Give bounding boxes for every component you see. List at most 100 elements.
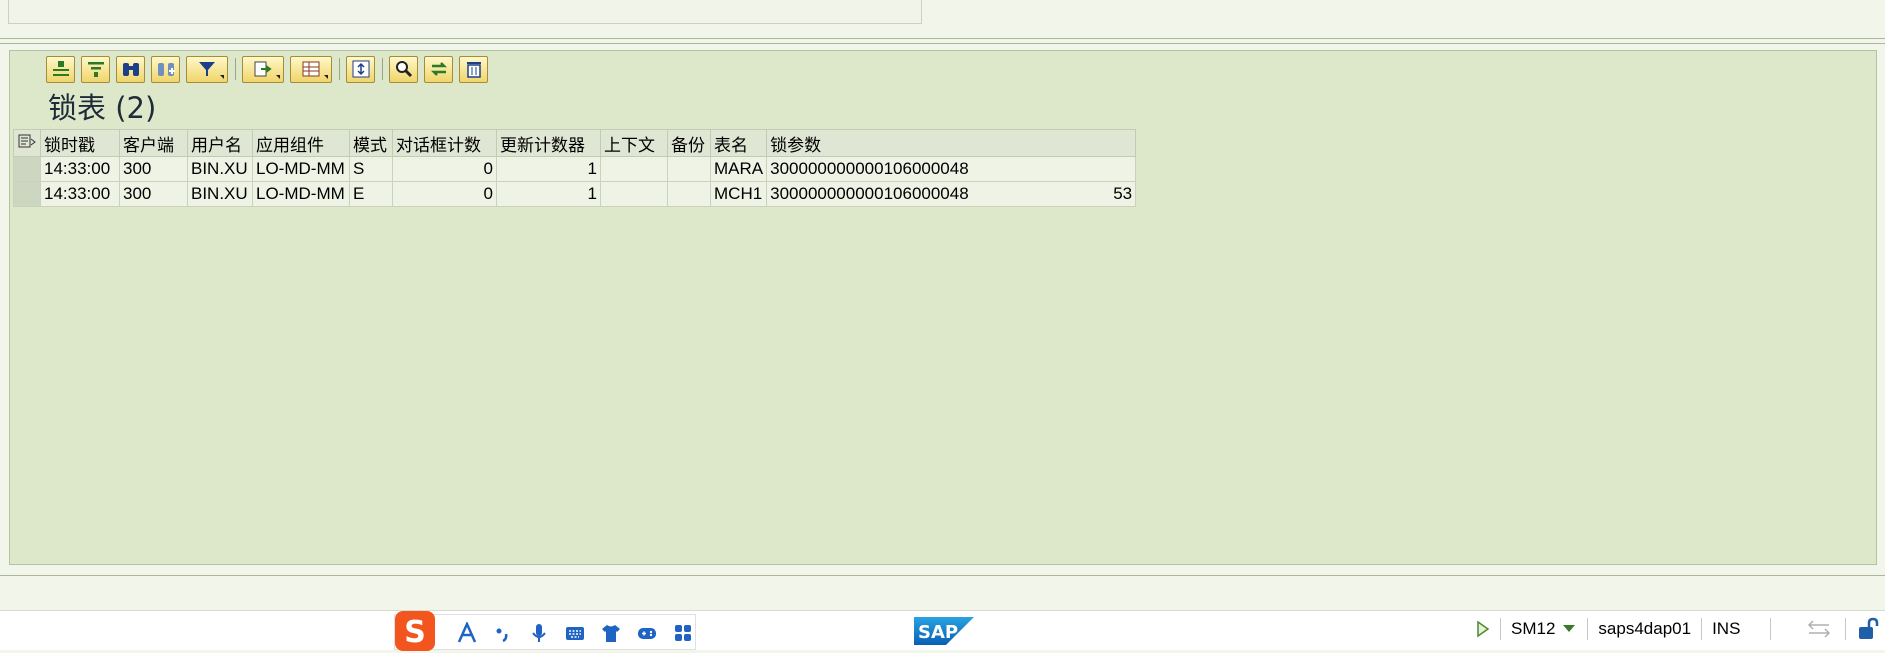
status-divider: [1845, 618, 1847, 640]
row-selector[interactable]: [13, 181, 41, 207]
sap-logo-text: SAP: [918, 622, 958, 643]
binoculars-plus-icon: [157, 63, 175, 76]
inspect-button[interactable]: [389, 55, 418, 83]
toolbar-separator-2: [339, 58, 340, 80]
refresh-button[interactable]: [81, 55, 110, 83]
cell-context: [600, 181, 668, 207]
table-header-row: 锁时戳 客户端 用户名 应用组件 模式 对话框计数 更新计数器 上下文 备份 表…: [13, 129, 1137, 157]
transfer-button[interactable]: [424, 55, 453, 83]
find-next-button[interactable]: [151, 55, 180, 83]
cell-time: 14:33:00: [40, 156, 120, 182]
lock-argument-value: 300000000000106000048: [770, 159, 969, 178]
cell-client: 300: [119, 156, 188, 182]
sogou-logo-icon[interactable]: S: [393, 609, 437, 653]
status-bar: S SAP SM12 saps4dap01 INS: [0, 610, 1885, 651]
status-divider: [1500, 618, 1501, 640]
separator-line: [0, 38, 1885, 39]
toolbox-grid-icon[interactable]: [665, 621, 701, 645]
filter-button[interactable]: [186, 55, 228, 83]
text-mode-icon[interactable]: [449, 621, 485, 645]
cell-table: MCH1: [709, 181, 768, 207]
cell-table: MARA: [709, 156, 768, 182]
select-all-button[interactable]: [346, 55, 375, 83]
punctuation-icon[interactable]: [485, 621, 521, 645]
alv-toolbar: [46, 54, 494, 84]
trash-icon: [466, 62, 481, 78]
cell-dialog-count: 0: [392, 156, 497, 182]
column-header-dialog-count[interactable]: 对话框计数: [392, 129, 497, 157]
magnifier-icon: [395, 61, 412, 78]
cell-lock-argument: 300000000000106000048 53: [766, 181, 1137, 207]
cell-dialog-count: 0: [392, 181, 497, 207]
column-header-table[interactable]: 表名: [709, 129, 768, 157]
column-header-context[interactable]: 上下文: [600, 129, 668, 157]
table-row[interactable]: 14:33:00 300 BIN.XU LO-MD-MM E 0 1 MCH1 …: [13, 181, 1137, 207]
cell-user: BIN.XU: [187, 156, 253, 182]
column-select-icon: [352, 60, 369, 78]
status-divider: [1770, 618, 1772, 640]
cell-mode: S: [349, 156, 393, 182]
find-button[interactable]: [116, 55, 145, 83]
column-header-mode[interactable]: 模式: [349, 129, 393, 157]
export-icon: [254, 61, 272, 77]
system-info: SM12 saps4dap01 INS: [1476, 617, 1882, 641]
gamepad-icon[interactable]: [629, 621, 665, 645]
keyboard-icon[interactable]: [557, 621, 593, 645]
toolbar-separator: [235, 58, 236, 80]
separator-line-2: [0, 43, 1885, 44]
lock-argument-extra: 53: [1113, 184, 1133, 203]
details-button[interactable]: [46, 55, 75, 83]
separator-line-bottom: [0, 575, 1885, 576]
connection-arrows-icon[interactable]: [1805, 619, 1835, 639]
ime-toolbar: S: [394, 611, 696, 651]
column-header-user[interactable]: 用户名: [187, 129, 253, 157]
column-header-client[interactable]: 客户端: [119, 129, 188, 157]
cell-backup: [667, 181, 711, 207]
layout-button[interactable]: [290, 55, 332, 83]
insert-mode: INS: [1712, 619, 1741, 638]
lock-list-panel: 锁表 (2) 锁时戳 客户端 用户名 应用组件 模式 对话框计数 更新计数器 上…: [9, 50, 1877, 565]
page-title: 锁表 (2): [48, 91, 157, 125]
ime-logo-letter: S: [404, 615, 426, 650]
column-header-backup[interactable]: 备份: [667, 129, 711, 157]
export-button[interactable]: [242, 55, 284, 83]
lock-argument-value: 300000000000106000048: [770, 184, 969, 203]
server-name: saps4dap01: [1598, 619, 1692, 638]
row-selector[interactable]: [13, 156, 41, 182]
details-icon: [52, 61, 69, 76]
table-row[interactable]: 14:33:00 300 BIN.XU LO-MD-MM S 0 1 MARA …: [13, 156, 1137, 182]
status-divider: [1701, 618, 1703, 640]
column-header-component[interactable]: 应用组件: [252, 129, 350, 157]
column-select-corner[interactable]: [13, 129, 41, 157]
column-header-lock-argument[interactable]: 锁参数: [766, 129, 1137, 157]
cell-component: LO-MD-MM: [252, 181, 350, 207]
sort-icon: [87, 62, 104, 77]
play-arrow-icon[interactable]: [1476, 620, 1490, 638]
cell-lock-argument: 300000000000106000048: [766, 156, 1137, 182]
unlock-icon[interactable]: [1856, 617, 1882, 641]
ime-icon-row: [449, 621, 701, 645]
cell-user: BIN.XU: [187, 181, 253, 207]
skin-shirt-icon[interactable]: [593, 621, 629, 645]
transaction-code: SM12: [1511, 619, 1556, 638]
cell-update-count: 1: [496, 156, 601, 182]
binoculars-icon: [122, 63, 139, 76]
cell-time: 14:33:00: [40, 181, 120, 207]
delete-button[interactable]: [459, 55, 488, 83]
status-divider: [1587, 618, 1589, 640]
cell-context: [600, 156, 668, 182]
cell-update-count: 1: [496, 181, 601, 207]
layout-icon: [18, 134, 36, 147]
column-header-update-count[interactable]: 更新计数器: [496, 129, 601, 157]
top-input-area: [8, 0, 922, 24]
lock-table: 锁时戳 客户端 用户名 应用组件 模式 对话框计数 更新计数器 上下文 备份 表…: [13, 129, 1137, 207]
sap-logo: SAP: [914, 617, 974, 645]
cell-component: LO-MD-MM: [252, 156, 350, 182]
dropdown-triangle-icon[interactable]: [1561, 623, 1577, 635]
cell-mode: E: [349, 181, 393, 207]
microphone-icon[interactable]: [521, 621, 557, 645]
toolbar-separator-3: [382, 58, 383, 80]
arrows-icon: [430, 62, 447, 76]
layout-grid-icon: [302, 61, 320, 77]
column-header-time[interactable]: 锁时戳: [40, 129, 120, 157]
